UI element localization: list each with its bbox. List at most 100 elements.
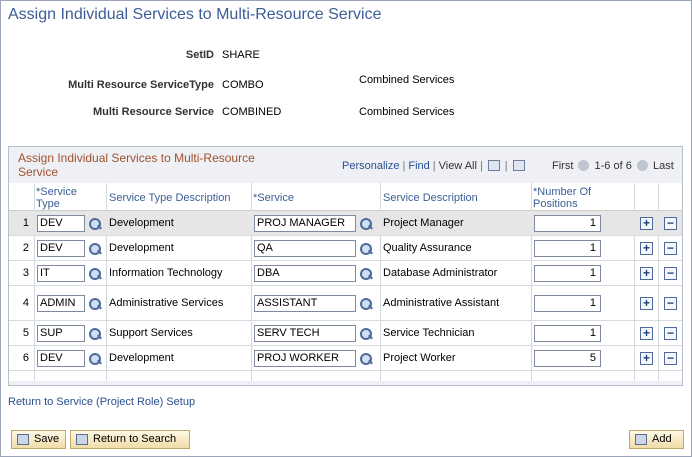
- setid-label: SetID: [185, 49, 214, 61]
- search-icon[interactable]: [359, 297, 372, 310]
- service-description: Database Administrator: [383, 267, 498, 279]
- table-row: 2 DEV Development QA Quality Assurance 1 + −: [9, 236, 682, 261]
- page-title: Assign Individual Services to Multi-Reso…: [8, 6, 382, 23]
- col-header-positions[interactable]: *Number Of Positions: [533, 186, 623, 210]
- find-link[interactable]: Find: [408, 160, 429, 172]
- service-description: Project Worker: [383, 352, 456, 364]
- service-type-description: Development: [109, 217, 174, 229]
- new-window-icon[interactable]: [487, 160, 500, 171]
- service-description: Quality Assurance: [383, 242, 472, 254]
- first-link[interactable]: First: [552, 160, 573, 172]
- add-row-icon[interactable]: +: [640, 242, 653, 255]
- positions-input[interactable]: 1: [534, 240, 601, 257]
- service-input[interactable]: SERV TECH: [254, 325, 356, 342]
- positions-input[interactable]: 5: [534, 350, 601, 367]
- row-number: 4: [22, 297, 29, 309]
- table-row: 3 IT Information Technology DBA Database Adm…: [9, 261, 682, 286]
- services-grid: Assign Individual Services to Multi-Reso…: [8, 146, 683, 386]
- save-button[interactable]: Save: [11, 430, 66, 449]
- search-icon[interactable]: [359, 267, 372, 280]
- service-description: Service Technician: [383, 327, 475, 339]
- table-row: 5 SUP Support Services SERV TECH Service Tec…: [9, 321, 682, 346]
- return-to-setup-link[interactable]: Return to Service (Project Role) Setup: [8, 396, 195, 408]
- positions-input[interactable]: 1: [534, 215, 601, 232]
- add-row-icon[interactable]: +: [640, 297, 653, 310]
- add-row-icon[interactable]: +: [640, 352, 653, 365]
- add-row-icon[interactable]: +: [640, 267, 653, 280]
- row-number: 1: [22, 217, 29, 229]
- row-number: 5: [22, 327, 29, 339]
- search-icon[interactable]: [359, 242, 372, 255]
- service-type-label: Multi Resource ServiceType: [68, 79, 214, 91]
- row-number: 6: [22, 352, 29, 364]
- search-icon[interactable]: [359, 327, 372, 340]
- save-icon: [17, 434, 29, 445]
- multi-service-description: Combined Services: [359, 106, 455, 118]
- search-icon[interactable]: [359, 352, 372, 365]
- col-header-service-type-desc[interactable]: Service Type Description: [109, 192, 230, 204]
- service-type-description: Information Technology: [109, 267, 223, 279]
- next-icon[interactable]: [636, 160, 648, 171]
- positions-input[interactable]: 1: [534, 265, 601, 282]
- search-icon[interactable]: [88, 352, 101, 365]
- service-type-value: COMBO: [222, 79, 264, 91]
- service-type-input[interactable]: DEV: [37, 240, 85, 257]
- personalize-link[interactable]: Personalize: [342, 160, 399, 172]
- service-input[interactable]: QA: [254, 240, 356, 257]
- add-row-icon[interactable]: +: [640, 217, 653, 230]
- add-label: Add: [652, 433, 672, 445]
- service-type-input[interactable]: DEV: [37, 215, 85, 232]
- col-header-service-type[interactable]: *Service Type: [36, 186, 86, 210]
- search-icon[interactable]: [88, 242, 101, 255]
- col-header-service-desc[interactable]: Service Description: [383, 192, 478, 204]
- search-icon[interactable]: [88, 327, 101, 340]
- service-type-input[interactable]: ADMIN: [37, 295, 85, 312]
- download-grid-icon[interactable]: [512, 160, 525, 171]
- delete-row-icon[interactable]: −: [664, 267, 677, 280]
- delete-row-icon[interactable]: −: [664, 242, 677, 255]
- return-search-label: Return to Search: [93, 433, 177, 445]
- return-to-search-button[interactable]: Return to Search: [70, 430, 190, 449]
- service-type-input[interactable]: SUP: [37, 325, 85, 342]
- positions-input[interactable]: 1: [534, 295, 601, 312]
- add-button[interactable]: Add: [629, 430, 684, 449]
- row-range: 1-6 of 6: [594, 160, 632, 172]
- search-icon[interactable]: [88, 267, 101, 280]
- multi-service-value: COMBINED: [222, 106, 282, 118]
- positions-input[interactable]: 1: [534, 325, 601, 342]
- service-input[interactable]: ASSISTANT: [254, 295, 356, 312]
- delete-row-icon[interactable]: −: [664, 217, 677, 230]
- bottom-toolbar: Save Return to Search Add: [8, 430, 685, 451]
- service-input[interactable]: DBA: [254, 265, 356, 282]
- save-label: Save: [34, 433, 60, 445]
- table-row: 1 DEV Development PROJ MANAGER Project Manag…: [9, 211, 682, 236]
- grid-title: Assign Individual Services to Multi-Reso…: [18, 151, 255, 179]
- row-number: 3: [22, 267, 29, 279]
- col-header-service[interactable]: *Service: [253, 192, 294, 204]
- table-row: 4 ADMIN Administrative Services ASSISTANT Ad…: [9, 286, 682, 321]
- previous-icon[interactable]: [578, 160, 590, 171]
- multi-service-label: Multi Resource Service: [92, 106, 214, 118]
- return-search-icon: [76, 434, 88, 445]
- delete-row-icon[interactable]: −: [664, 297, 677, 310]
- search-icon[interactable]: [359, 217, 372, 230]
- search-icon[interactable]: [88, 297, 101, 310]
- last-link[interactable]: Last: [653, 160, 674, 172]
- table-row: 6 DEV Development PROJ WORKER Project Worker…: [9, 346, 682, 371]
- grid-navigation: First 1-6 of 6 Last: [552, 160, 674, 172]
- setid-value: SHARE: [222, 49, 260, 61]
- delete-row-icon[interactable]: −: [664, 327, 677, 340]
- service-input[interactable]: PROJ WORKER: [254, 350, 356, 367]
- row-number: 2: [22, 242, 29, 254]
- service-type-input[interactable]: IT: [37, 265, 85, 282]
- add-row-icon[interactable]: +: [640, 327, 653, 340]
- service-type-description: Administrative Services: [109, 297, 224, 309]
- service-input[interactable]: PROJ MANAGER: [254, 215, 356, 232]
- service-type-description: Support Services: [109, 327, 193, 339]
- search-icon[interactable]: [88, 217, 101, 230]
- grid-toolbar: Personalize | Find | View All | |: [342, 160, 527, 172]
- view-all-link[interactable]: View All: [439, 160, 477, 172]
- service-type-description: Development: [109, 242, 174, 254]
- service-type-input[interactable]: DEV: [37, 350, 85, 367]
- delete-row-icon[interactable]: −: [664, 352, 677, 365]
